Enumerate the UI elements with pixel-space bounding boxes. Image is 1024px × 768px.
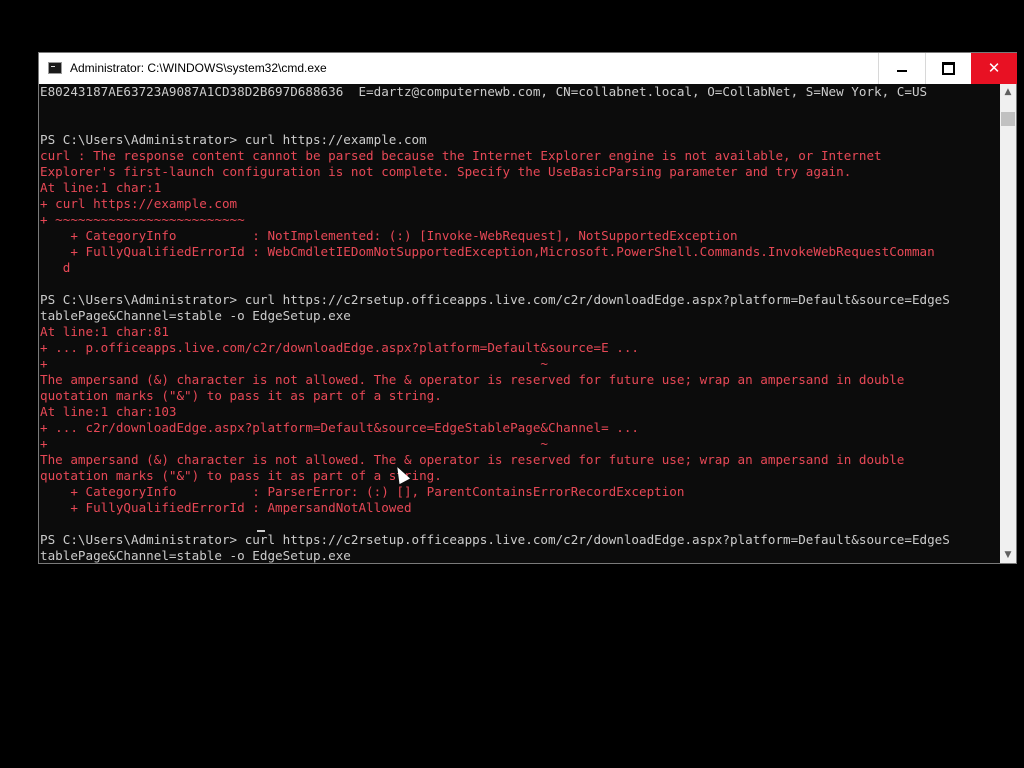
scrollbar-thumb[interactable] xyxy=(1001,112,1015,126)
close-button[interactable]: ✕ xyxy=(971,53,1017,84)
console-line: + CategoryInfo : NotImplemented: (:) [In… xyxy=(40,228,738,243)
console-line: curl : The response content cannot be pa… xyxy=(40,148,882,163)
cmd-app-icon[interactable] xyxy=(48,62,62,74)
minimize-icon xyxy=(896,69,907,72)
console-line: + FullyQualifiedErrorId : AmpersandNotAl… xyxy=(40,500,412,515)
console-line: The ampersand (&) character is not allow… xyxy=(40,372,905,387)
console-line: + CategoryInfo : ParserError: (:) [], Pa… xyxy=(40,484,685,499)
text-cursor xyxy=(257,530,265,532)
cmd-window[interactable]: Administrator: C:\WINDOWS\system32\cmd.e… xyxy=(38,52,1017,564)
scroll-down-button[interactable]: ▼ xyxy=(1000,547,1016,563)
console-line: + ... p.officeapps.live.com/c2r/download… xyxy=(40,340,639,355)
console-line: E80243187AE63723A9087A1CD38D2B697D688636… xyxy=(40,84,928,99)
maximize-icon xyxy=(942,62,955,75)
minimize-button[interactable] xyxy=(878,53,924,84)
title-bar[interactable]: Administrator: C:\WINDOWS\system32\cmd.e… xyxy=(39,53,1017,84)
console-line: + ~~~~~~~~~~~~~~~~~~~~~~~~~ xyxy=(40,212,245,227)
console-line: At line:1 char:1 xyxy=(40,180,162,195)
console-line: At line:1 char:103 xyxy=(40,404,177,419)
scroll-up-button[interactable]: ▲ xyxy=(1000,84,1016,100)
console-line: PS C:\Users\Administrator> curl https://… xyxy=(40,132,427,147)
console-line: quotation marks ("&") to pass it as part… xyxy=(40,388,442,403)
window-title: Administrator: C:\WINDOWS\system32\cmd.e… xyxy=(70,61,327,75)
console-line: + ~ xyxy=(40,356,548,371)
console-output[interactable]: E80243187AE63723A9087A1CD38D2B697D688636… xyxy=(39,84,1000,563)
vertical-scrollbar[interactable]: ▲ ▼ xyxy=(1000,84,1016,563)
console-line: PS C:\Users\Administrator> curl https://… xyxy=(40,292,950,307)
console-line: Explorer's first-launch configuration is… xyxy=(40,164,852,179)
console-line: quotation marks ("&") to pass it as part… xyxy=(40,468,442,483)
console-line: + curl https://example.com xyxy=(40,196,238,211)
console-line: + ~ xyxy=(40,436,548,451)
console-line: The ampersand (&) character is not allow… xyxy=(40,452,905,467)
console-line: + ... c2r/downloadEdge.aspx?platform=Def… xyxy=(40,420,639,435)
console-line: d xyxy=(40,260,71,275)
console-line: + FullyQualifiedErrorId : WebCmdletIEDom… xyxy=(40,244,935,259)
close-icon: ✕ xyxy=(987,59,1001,77)
chevron-up-icon: ▲ xyxy=(1004,87,1012,97)
console-line: PS C:\Users\Administrator> curl https://… xyxy=(40,532,950,547)
console-line: tablePage&Channel=stable -o EdgeSetup.ex… xyxy=(40,308,351,323)
chevron-down-icon: ▼ xyxy=(1004,550,1012,560)
console-line: At line:1 char:81 xyxy=(40,324,169,339)
maximize-button[interactable] xyxy=(925,53,971,84)
console-line: tablePage&Channel=stable -o EdgeSetup.ex… xyxy=(40,548,351,563)
